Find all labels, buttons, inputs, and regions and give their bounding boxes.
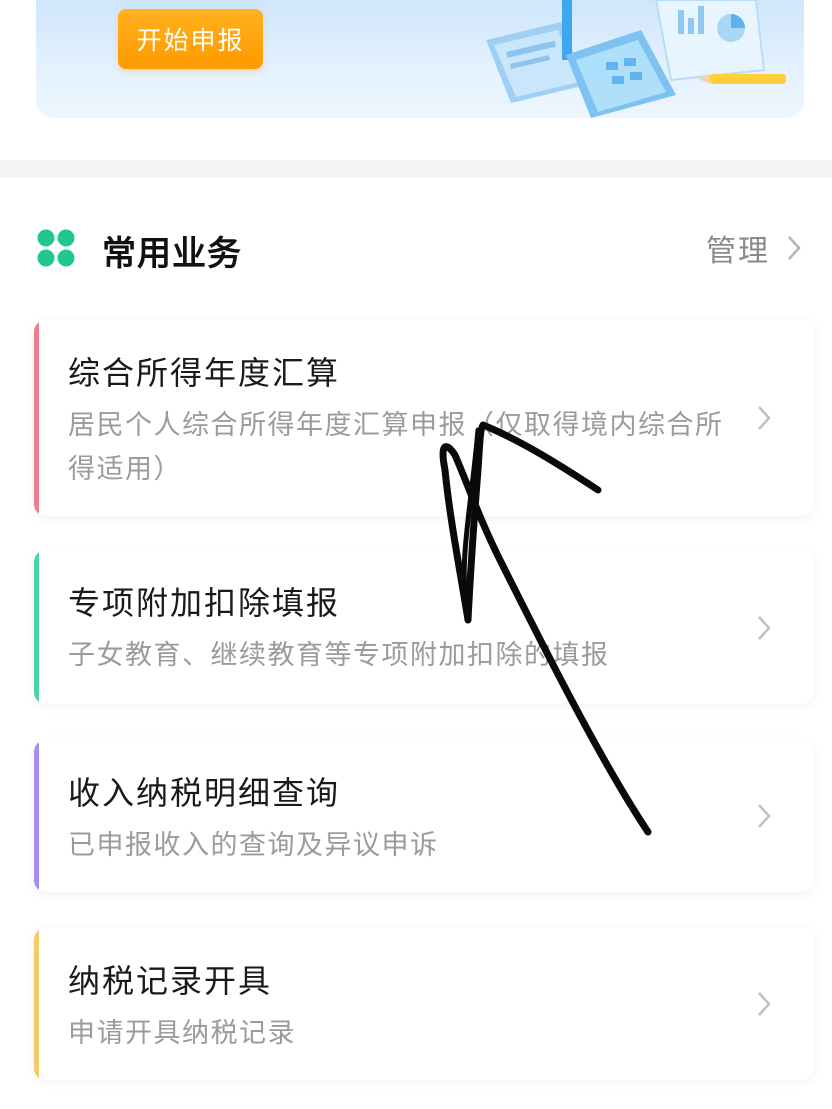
start-filing-button[interactable]: 开始申报 (118, 9, 263, 69)
section-title: 常用业务 (102, 234, 242, 274)
manage-label: 管理 (706, 234, 770, 269)
accent-bar (34, 320, 39, 516)
service-title: 纳税记录开具 (68, 962, 273, 1000)
service-card-income-query[interactable]: 收入纳税明细查询 已申报收入的查询及异议申诉 (34, 740, 814, 892)
service-description: 子女教育、继续教育等专项附加扣除的填报 (68, 640, 610, 671)
accent-bar (34, 550, 39, 704)
four-dots-grid-icon (37, 229, 75, 267)
section-header: 常用业务 管理 (0, 218, 832, 278)
chevron-right-icon (758, 804, 771, 828)
document-charts-illustration (486, 0, 786, 118)
accent-bar (34, 740, 39, 892)
accent-bar (34, 928, 39, 1080)
service-description: 已申报收入的查询及异议申诉 (68, 830, 439, 861)
chevron-right-icon (758, 992, 771, 1016)
manage-link[interactable]: 管理 (706, 226, 802, 270)
banner-container: 开始申报 (0, 0, 832, 160)
service-description: 居民个人综合所得年度汇算申报（仅取得境内综合所得适用） (68, 410, 724, 485)
service-card-annual-settlement[interactable]: 综合所得年度汇算 居民个人综合所得年度汇算申报（仅取得境内综合所得适用） (34, 320, 814, 516)
chevron-right-icon (758, 616, 771, 640)
chevron-right-icon (758, 406, 771, 430)
service-card-tax-record[interactable]: 纳税记录开具 申请开具纳税记录 (34, 928, 814, 1080)
service-title: 专项附加扣除填报 (68, 584, 341, 622)
common-services-section: 常用业务 管理 综合所得年度汇算 居民个人综合所得年度汇算申报（仅取得境内综合所… (0, 178, 832, 1109)
service-card-special-deduction[interactable]: 专项附加扣除填报 子女教育、继续教育等专项附加扣除的填报 (34, 550, 814, 704)
tax-filing-banner[interactable]: 开始申报 (36, 0, 804, 118)
service-title: 综合所得年度汇算 (68, 354, 341, 392)
chevron-right-icon (788, 236, 801, 260)
service-title: 收入纳税明细查询 (68, 774, 341, 812)
service-description: 申请开具纳税记录 (68, 1018, 296, 1049)
